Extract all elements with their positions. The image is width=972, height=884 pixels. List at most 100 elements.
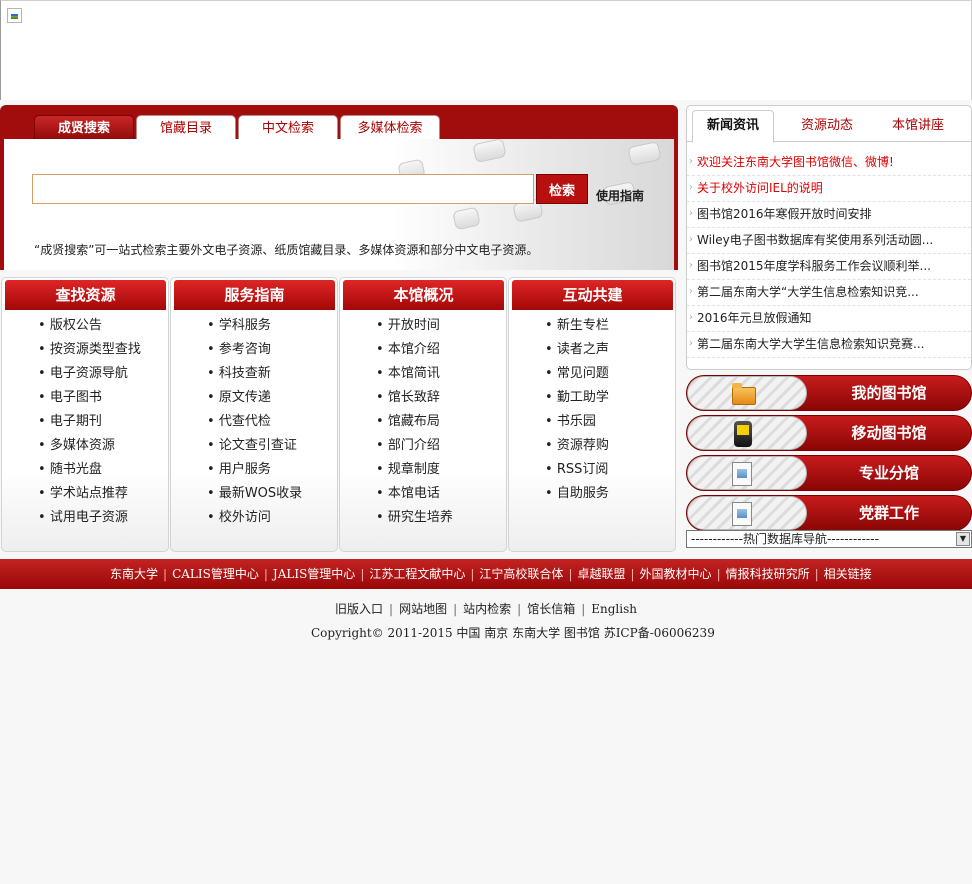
party-work-label: 党群工作 — [858, 504, 919, 522]
list-item[interactable]: 按资源类型查找 — [38, 338, 141, 362]
list-item[interactable]: 开放时间 — [376, 314, 453, 338]
mobile-library-label: 移动图书馆 — [851, 424, 927, 442]
document-icon — [732, 462, 752, 486]
list-item[interactable]: 最新WOS收录 — [207, 482, 302, 506]
separator: | — [568, 567, 573, 581]
list-item[interactable]: 馆长致辞 — [376, 386, 453, 410]
news-item[interactable]: › 2016年元旦放假通知 — [687, 306, 971, 332]
news-item-title: 2016年元旦放假通知 — [697, 311, 812, 325]
director-mailbox-link[interactable]: 馆长信箱 — [527, 602, 575, 616]
footer-links: 东南大学 | CALIS管理中心 | JALIS管理中心 | 江苏工程文献中心 | 江宁高校联合… — [110, 559, 872, 589]
list-item[interactable]: 论文查引查证 — [207, 434, 302, 458]
footer-link[interactable]: 情报科技研究所 — [726, 567, 810, 581]
list-item[interactable]: 电子图书 — [38, 386, 141, 410]
list-item[interactable]: 研究生培养 — [376, 506, 453, 530]
list-item[interactable]: 书乐园 — [545, 410, 609, 434]
search-button[interactable]: 检索 — [536, 174, 588, 204]
search-description: “成贤搜索”可一站式检索主要外文电子资源、纸质馆藏目录、多媒体资源和部分中文电子… — [34, 243, 539, 257]
my-library-button[interactable]: 我的图书馆 — [686, 375, 972, 411]
top-banner — [0, 0, 972, 100]
footer-link-bar: 东南大学 | CALIS管理中心 | JALIS管理中心 | 江苏工程文献中心 | 江宁高校联合… — [0, 559, 972, 589]
tab-chengxian-search[interactable]: 成贤搜索 — [34, 115, 134, 141]
my-library-label: 我的图书馆 — [851, 384, 927, 402]
list-item[interactable]: 规章制度 — [376, 458, 453, 482]
button-pill — [687, 416, 807, 450]
list-item[interactable]: 部门介绍 — [376, 434, 453, 458]
footer-link[interactable]: 江宁高校联合体 — [479, 567, 563, 581]
list-item[interactable]: 随书光盘 — [38, 458, 141, 482]
arrow-right-icon: › — [689, 312, 693, 323]
footer-link[interactable]: 江苏工程文献中心 — [369, 567, 465, 581]
column-title: 服务指南 — [174, 280, 335, 310]
list-item[interactable]: 资源荐购 — [545, 434, 609, 458]
button-pill — [687, 376, 807, 410]
tab-catalog[interactable]: 馆藏目录 — [136, 115, 236, 141]
arrow-right-icon: › — [689, 286, 693, 297]
chevron-down-icon[interactable]: ▼ — [956, 532, 970, 546]
list-item[interactable]: 校外访问 — [207, 506, 302, 530]
news-tabs: 新闻资讯 资源动态 本馆讲座 — [687, 106, 971, 143]
branch-library-button[interactable]: 专业分馆 — [686, 455, 972, 491]
news-item[interactable]: › 图书馆2015年度学科服务工作会议顺利举... — [687, 254, 971, 280]
news-item[interactable]: › Wiley电子图书数据库有奖使用系列活动圆... — [687, 228, 971, 254]
list-item[interactable]: 新生专栏 — [545, 314, 609, 338]
tab-lectures[interactable]: 本馆讲座 — [892, 114, 944, 133]
list-item[interactable]: 参考咨询 — [207, 338, 302, 362]
separator: | — [453, 602, 458, 616]
sitemap-link[interactable]: 网站地图 — [399, 602, 447, 616]
list-item[interactable]: 科技查新 — [207, 362, 302, 386]
footer-link[interactable]: 外国教材中心 — [640, 567, 712, 581]
list-item[interactable]: 本馆介绍 — [376, 338, 453, 362]
list-item[interactable]: 学科服务 — [207, 314, 302, 338]
list-item[interactable]: 原文传递 — [207, 386, 302, 410]
tab-news[interactable]: 新闻资讯 — [692, 110, 774, 143]
list-item[interactable]: 勤工助学 — [545, 386, 609, 410]
list-item[interactable]: 馆藏布局 — [376, 410, 453, 434]
list-item[interactable]: 学术站点推荐 — [38, 482, 141, 506]
list-item[interactable]: 本馆简讯 — [376, 362, 453, 386]
news-item[interactable]: › 欢迎关注东南大学图书馆微信、微博! — [687, 150, 971, 176]
footer-link[interactable]: 相关链接 — [824, 567, 872, 581]
list-item[interactable]: 电子资源导航 — [38, 362, 141, 386]
news-item-title: Wiley电子图书数据库有奖使用系列活动圆... — [697, 233, 934, 247]
list-item[interactable]: 本馆电话 — [376, 482, 453, 506]
news-item[interactable]: › 关于校外访问IEL的说明 — [687, 176, 971, 202]
news-item-title: 图书馆2015年度学科服务工作会议顺利举... — [697, 259, 931, 273]
tab-chinese-search[interactable]: 中文检索 — [238, 115, 338, 141]
footer-link[interactable]: CALIS管理中心 — [172, 567, 259, 581]
list-item[interactable]: 读者之声 — [545, 338, 609, 362]
footer-link[interactable]: 东南大学 — [110, 567, 158, 581]
list-item[interactable]: 自助服务 — [545, 482, 609, 506]
news-item[interactable]: › 图书馆2016年寒假开放时间安排 — [687, 202, 971, 228]
news-item[interactable]: › 第二届东南大学“大学生信息检索知识竞... — [687, 280, 971, 306]
footer-link[interactable]: 卓越联盟 — [577, 567, 625, 581]
copyright-text: Copyright© 2011-2015 中国 南京 东南大学 图书馆 苏ICP… — [311, 626, 715, 640]
column-title: 查找资源 — [5, 280, 166, 310]
old-version-link[interactable]: 旧版入口 — [335, 602, 383, 616]
list-item[interactable]: 版权公告 — [38, 314, 141, 338]
list-item[interactable]: 试用电子资源 — [38, 506, 141, 530]
search-input[interactable] — [32, 174, 534, 204]
site-search-link[interactable]: 站内检索 — [463, 602, 511, 616]
list-item[interactable]: 电子期刊 — [38, 410, 141, 434]
mobile-library-button[interactable]: 移动图书馆 — [686, 415, 972, 451]
column-title: 互动共建 — [512, 280, 673, 310]
party-work-button[interactable]: 党群工作 — [686, 495, 972, 531]
list-item[interactable]: RSS订阅 — [545, 458, 609, 482]
usage-guide-link[interactable]: 使用指南 — [596, 187, 644, 204]
list-item[interactable]: 多媒体资源 — [38, 434, 141, 458]
list-item[interactable]: 常见问题 — [545, 362, 609, 386]
database-nav-selected: ------------热门数据库导航------------ — [691, 532, 879, 546]
news-item-title: 图书馆2016年寒假开放时间安排 — [697, 207, 872, 221]
tab-resource-updates[interactable]: 资源动态 — [801, 114, 853, 133]
database-nav-select[interactable]: ------------热门数据库导航------------ ▼ — [686, 530, 972, 548]
column-service-guide: 服务指南 学科服务 参考咨询 科技查新 原文传递 代查代检 论文查引查证 用户服… — [170, 277, 338, 552]
footer-link[interactable]: JALIS管理中心 — [273, 567, 355, 581]
news-item[interactable]: › 第二届东南大学大学生信息检索知识竞赛... — [687, 332, 971, 358]
separator: | — [470, 567, 475, 581]
list-item[interactable]: 用户服务 — [207, 458, 302, 482]
tab-multimedia-search[interactable]: 多媒体检索 — [340, 115, 440, 141]
english-link[interactable]: English — [591, 602, 637, 616]
separator: | — [389, 602, 394, 616]
list-item[interactable]: 代查代检 — [207, 410, 302, 434]
